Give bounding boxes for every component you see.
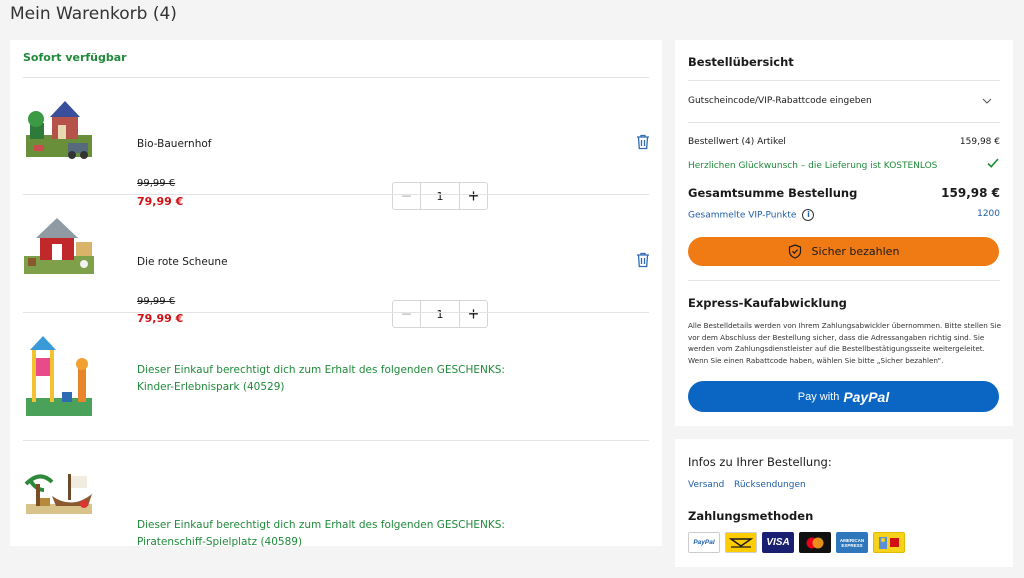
payment-methods-title: Zahlungsmethoden xyxy=(688,509,814,523)
item-price-new: 79,99 € xyxy=(137,195,184,208)
chevron-down-icon xyxy=(982,96,992,106)
express-checkout-text: Alle Bestelldetails werden von Ihrem Zah… xyxy=(688,321,1002,365)
divider xyxy=(688,280,1000,281)
quantity-increase-button[interactable]: + xyxy=(459,301,487,327)
total-value: 159,98 € xyxy=(941,186,1000,200)
order-value: 159,98 € xyxy=(959,137,1000,147)
item-price-old: 99,99 € xyxy=(137,178,176,189)
divider xyxy=(23,440,649,441)
order-info-title: Infos zu Ihrer Bestellung: xyxy=(688,455,832,469)
giftcard-method-icon xyxy=(873,532,905,553)
secure-pay-label: Sicher bezahlen xyxy=(811,245,900,258)
gift-name: Kinder-Erlebnispark (40529) xyxy=(137,381,285,393)
info-icon[interactable]: i xyxy=(802,209,815,221)
quantity-value[interactable]: 1 xyxy=(421,301,459,327)
quantity-increase-button[interactable]: + xyxy=(459,183,487,209)
product-image-farm[interactable] xyxy=(22,95,96,165)
gift-message-line: Dieser Einkauf berechtigt dich zum Erhal… xyxy=(137,364,505,376)
vip-points-value: 1200 xyxy=(977,209,1000,219)
order-info-panel: Infos zu Ihrer Bestellung: Versand Rücks… xyxy=(675,439,1013,567)
paypal-method-icon: PayPal xyxy=(688,532,720,553)
divider xyxy=(688,122,1000,123)
divider xyxy=(23,194,649,195)
shipping-link[interactable]: Versand xyxy=(688,480,724,490)
product-image-barn[interactable] xyxy=(22,212,96,282)
free-shipping-message: Herzlichen Glückwunsch – die Lieferung i… xyxy=(688,161,938,171)
shield-check-icon xyxy=(788,244,801,259)
availability-label: Sofort verfügbar xyxy=(23,51,127,64)
amex-label: EXPRESS xyxy=(841,542,863,548)
coupon-label: Gutscheincode/VIP-Rabattcode eingeben xyxy=(688,96,872,106)
express-checkout-title: Express-Kaufabwicklung xyxy=(688,296,847,310)
vip-points-label: Gesammelte VIP-Punkte xyxy=(688,210,797,221)
total-label: Gesamtsumme Bestellung xyxy=(688,186,858,200)
page-title: Mein Warenkorb (4) xyxy=(10,4,177,24)
gift-message: Dieser Einkauf berechtigt dich zum Erhal… xyxy=(137,517,505,551)
cart-panel: Sofort verfügbar Bio-Bauernhof 99,99 € 7… xyxy=(10,40,662,548)
secure-pay-button[interactable]: Sicher bezahlen xyxy=(688,237,999,266)
divider xyxy=(688,80,1000,81)
item-price-old: 99,99 € xyxy=(137,296,176,307)
divider xyxy=(23,312,649,313)
quantity-value[interactable]: 1 xyxy=(421,183,459,209)
item-name[interactable]: Die rote Scheune xyxy=(137,256,228,268)
trash-icon[interactable] xyxy=(636,252,650,268)
invoice-method-icon xyxy=(725,532,757,553)
gift-message: Dieser Einkauf berechtigt dich zum Erhal… xyxy=(137,362,505,396)
gift-name: Piratenschiff-Spielplatz (40589) xyxy=(137,536,303,548)
gift-image-pirate xyxy=(22,460,96,530)
order-value-label: Bestellwert (4) Artikel xyxy=(688,137,786,147)
trash-icon[interactable] xyxy=(636,134,650,150)
visa-method-icon: VISA xyxy=(762,532,794,553)
gift-message-line: Dieser Einkauf berechtigt dich zum Erhal… xyxy=(137,519,505,531)
vip-points-row[interactable]: Gesammelte VIP-Punkte i xyxy=(688,209,815,221)
checkmark-icon xyxy=(986,156,1000,173)
quantity-decrease-button[interactable]: − xyxy=(393,301,421,327)
paypal-button[interactable]: Pay with PayPal xyxy=(688,381,999,412)
mastercard-method-icon xyxy=(799,532,831,553)
divider xyxy=(23,77,649,78)
quantity-stepper: − 1 + xyxy=(392,300,488,328)
paypal-prefix: Pay with xyxy=(797,390,840,403)
returns-link[interactable]: Rücksendungen xyxy=(734,480,806,490)
paypal-logo: PayPal xyxy=(843,388,890,405)
quantity-decrease-button[interactable]: − xyxy=(393,183,421,209)
coupon-toggle[interactable]: Gutscheincode/VIP-Rabattcode eingeben xyxy=(688,96,1000,112)
item-name[interactable]: Bio-Bauernhof xyxy=(137,138,211,150)
item-price-new: 79,99 € xyxy=(137,312,184,325)
gift-image-park xyxy=(22,328,96,422)
amex-method-icon: AMERICAN EXPRESS xyxy=(836,532,868,553)
quantity-stepper: − 1 + xyxy=(392,182,488,210)
summary-title: Bestellübersicht xyxy=(688,55,794,69)
order-summary-panel: Bestellübersicht Gutscheincode/VIP-Rabat… xyxy=(675,40,1013,426)
